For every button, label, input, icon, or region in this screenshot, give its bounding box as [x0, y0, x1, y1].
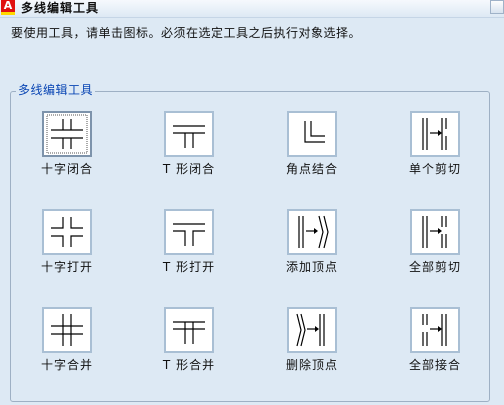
window-title: 多线编辑工具 [21, 1, 100, 15]
tool-label: 角点结合 [285, 162, 338, 176]
tool-label: T 形打开 [162, 260, 216, 274]
title-bar: A 多线编辑工具 [0, 0, 504, 18]
open-tee-icon[interactable] [164, 209, 214, 255]
add-vertex-icon[interactable] [287, 209, 337, 255]
closed-tee-icon[interactable] [164, 111, 214, 157]
group-title: 多线编辑工具 [16, 82, 96, 98]
cut-all-icon[interactable] [410, 209, 460, 255]
tool-label: 十字合并 [40, 358, 93, 372]
tool-delete-vertex[interactable]: 删除顶点 [262, 307, 362, 387]
tool-open-tee[interactable]: T 形打开 [139, 209, 239, 289]
merged-cross-icon[interactable] [42, 307, 92, 353]
tool-closed-cross[interactable]: 十字闭合 [17, 111, 117, 191]
tool-label: 十字打开 [40, 260, 93, 274]
app-icon: A [1, 0, 15, 15]
close-button[interactable] [490, 0, 504, 14]
corner-joint-icon[interactable] [287, 111, 337, 157]
tool-label: T 形合并 [162, 358, 216, 372]
tool-corner-joint[interactable]: 角点结合 [262, 111, 362, 191]
tool-label: 十字闭合 [40, 162, 93, 176]
tool-open-cross[interactable]: 十字打开 [17, 209, 117, 289]
delete-vertex-icon[interactable] [287, 307, 337, 353]
tool-label: 单个剪切 [408, 162, 461, 176]
tool-cut-all[interactable]: 全部剪切 [385, 209, 485, 289]
tool-label: 添加顶点 [285, 260, 338, 274]
tool-label: 删除顶点 [285, 358, 338, 372]
tool-weld-all[interactable]: 全部接合 [385, 307, 485, 387]
open-cross-icon[interactable] [42, 209, 92, 255]
closed-cross-icon[interactable] [42, 111, 92, 157]
merged-tee-icon[interactable] [164, 307, 214, 353]
tool-add-vertex[interactable]: 添加顶点 [262, 209, 362, 289]
instructions-text: 要使用工具，请单击图标。必须在选定工具之后执行对象选择。 [11, 26, 362, 40]
tool-cut-single[interactable]: 单个剪切 [385, 111, 485, 191]
weld-all-icon[interactable] [410, 307, 460, 353]
cut-single-icon[interactable] [410, 111, 460, 157]
tool-label: T 形闭合 [162, 162, 216, 176]
tool-label: 全部剪切 [408, 260, 461, 274]
tool-merged-tee[interactable]: T 形合并 [139, 307, 239, 387]
tool-merged-cross[interactable]: 十字合并 [17, 307, 117, 387]
tool-closed-tee[interactable]: T 形闭合 [139, 111, 239, 191]
tool-label: 全部接合 [408, 358, 461, 372]
